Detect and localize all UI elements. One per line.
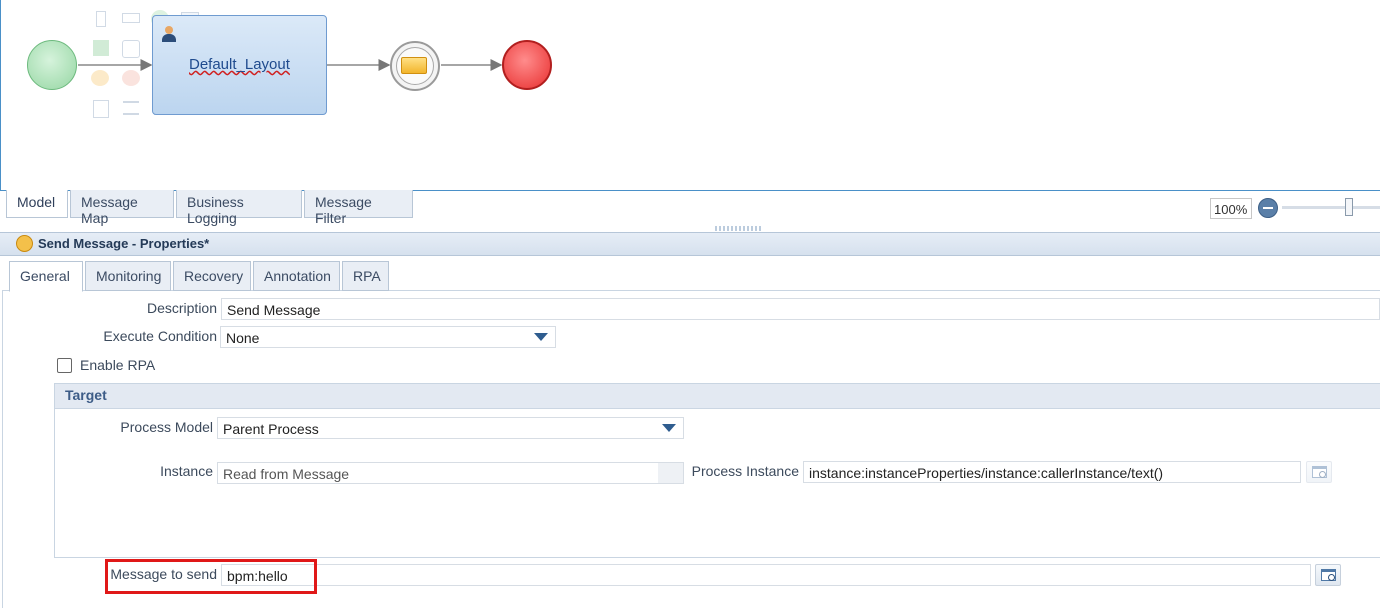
panel-splitter[interactable] (715, 226, 763, 231)
enable-rpa-checkbox[interactable] (57, 358, 72, 373)
process-instance-label: Process Instance (691, 463, 799, 479)
zoom-out-icon[interactable] (1258, 198, 1278, 218)
zoom-slider-track[interactable] (1282, 206, 1380, 209)
process-model-select[interactable]: Parent Process (217, 417, 684, 439)
execute-condition-chevron-down-icon[interactable] (534, 333, 548, 341)
tab-message-map[interactable]: Message Map (70, 190, 174, 226)
send-message-icon (16, 235, 33, 252)
task-label[interactable]: Default_Layout (189, 56, 290, 73)
tab-general[interactable]: General (9, 261, 83, 292)
magnifier-icon (1328, 574, 1335, 581)
magnifier-icon (1319, 471, 1326, 478)
tab-rpa[interactable]: RPA (342, 261, 389, 291)
message-lookup-button[interactable] (1315, 564, 1341, 586)
description-field[interactable]: Send Message (221, 298, 1380, 320)
execute-condition-select[interactable]: None (220, 326, 556, 348)
instance-label: Instance (160, 463, 213, 479)
description-label: Description (146, 300, 217, 316)
process-model-chevron-down-icon[interactable] (662, 424, 676, 432)
target-title: Target (65, 387, 107, 403)
end-event[interactable] (502, 40, 552, 90)
start-event[interactable] (27, 40, 77, 90)
target-section-header[interactable] (55, 384, 1380, 409)
envelope-icon (401, 57, 427, 74)
process-model-label: Process Model (120, 419, 213, 435)
process-instance-lookup-button[interactable] (1306, 461, 1332, 483)
highlight-annotation (105, 559, 317, 594)
zoom-slider-thumb[interactable] (1345, 198, 1353, 216)
tab-business-logging[interactable]: Business Logging (176, 190, 302, 226)
tab-monitoring[interactable]: Monitoring (85, 261, 171, 291)
properties-title: Send Message - Properties* (38, 236, 210, 251)
zoom-level[interactable]: 100% (1210, 198, 1252, 219)
tab-message-filter[interactable]: Message Filter (304, 190, 413, 226)
user-task-icon (162, 26, 176, 42)
execute-condition-label: Execute Condition (103, 328, 217, 344)
tab-annotation[interactable]: Annotation (253, 261, 340, 291)
process-canvas[interactable]: Default_Layout (0, 0, 1380, 191)
tab-recovery[interactable]: Recovery (173, 261, 251, 291)
send-message-event[interactable] (390, 41, 440, 91)
tab-model[interactable]: Model (6, 190, 68, 218)
instance-select-button (658, 463, 683, 483)
enable-rpa-label[interactable]: Enable RPA (80, 357, 155, 373)
message-to-send-field[interactable]: bpm:hello (221, 564, 1311, 586)
instance-field: Read from Message (217, 462, 684, 484)
process-instance-field[interactable]: instance:instanceProperties/instance:cal… (803, 461, 1301, 483)
